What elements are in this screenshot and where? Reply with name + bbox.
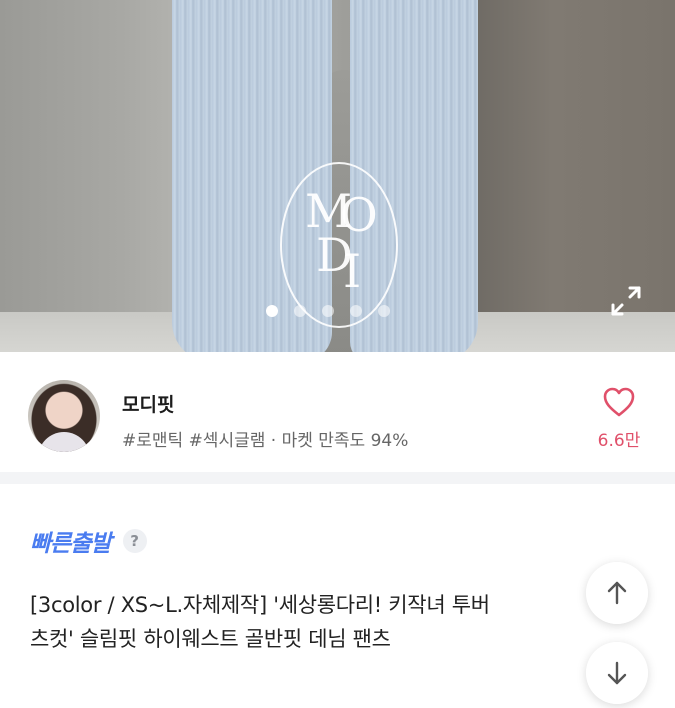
fullscreen-button[interactable]: [608, 283, 644, 319]
help-icon[interactable]: ?: [122, 529, 147, 553]
seller-info[interactable]: 모디핏 #로맨틱 #섹시글램 · 마켓 만족도 94% 6.6만: [0, 352, 675, 472]
logo-letter-i: I: [343, 244, 362, 298]
carousel-dot-3[interactable]: [322, 305, 334, 317]
product-image-carousel[interactable]: M O D I: [0, 0, 675, 352]
seller-avatar[interactable]: [28, 380, 100, 452]
carousel-indicator: [266, 305, 390, 319]
product-title-line-1: [3color / XS~L.자체제작] '세상롱다리! 키작녀 투버: [30, 593, 490, 617]
like-button[interactable]: 6.6만: [596, 386, 642, 452]
heart-outline-icon: [603, 387, 635, 417]
arrow-down-icon: [607, 661, 627, 685]
product-title-line-2: 츠컷' 슬림핏 하이웨스트 골반핏 데님 팬츠: [30, 627, 391, 651]
carousel-dot-1[interactable]: [266, 305, 278, 317]
section-divider: [0, 472, 675, 484]
scroll-bottom-button[interactable]: [586, 642, 648, 704]
carousel-dot-4[interactable]: [350, 305, 362, 317]
avatar-shoulders: [38, 432, 90, 452]
seller-name[interactable]: 모디핏: [122, 390, 174, 417]
product-title: [3color / XS~L.자체제작] '세상롱다리! 키작녀 투버 츠컷' …: [30, 588, 590, 656]
scroll-top-button[interactable]: [586, 562, 648, 624]
background-wall: [470, 0, 675, 352]
shipping-badge-row: 빠른출발 ?: [30, 524, 147, 558]
carousel-dot-5[interactable]: [378, 305, 390, 317]
expand-arrows-icon: [611, 286, 641, 316]
carousel-dot-2[interactable]: [294, 305, 306, 317]
seller-tags: #로맨틱 #섹시글램 · 마켓 만족도 94%: [122, 431, 409, 451]
arrow-up-icon: [607, 581, 627, 605]
fast-shipping-badge: 빠른출발: [30, 531, 112, 557]
like-count: 6.6만: [597, 431, 641, 451]
